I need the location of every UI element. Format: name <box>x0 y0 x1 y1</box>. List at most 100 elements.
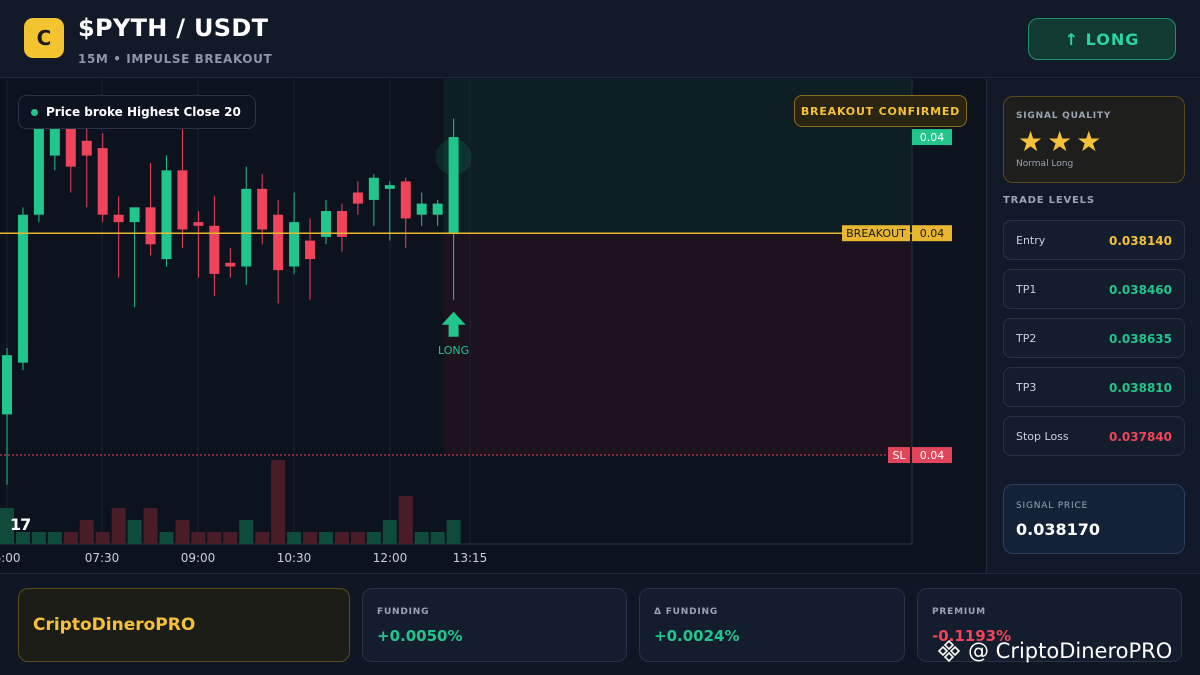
metric-label: Δ FUNDING <box>654 607 719 617</box>
candle-body <box>352 192 363 204</box>
volume-bar <box>303 532 318 544</box>
level-value: 0.038810 <box>1108 381 1172 395</box>
candle-body <box>416 203 427 215</box>
volume-bar <box>191 532 206 544</box>
level-tp3: TP3 0.038810 <box>1003 367 1185 407</box>
volume-bar <box>175 520 190 544</box>
signal-price-card: SIGNAL PRICE 0.038170 <box>1003 484 1185 554</box>
volume-bar <box>207 532 222 544</box>
volume-bar <box>271 460 286 544</box>
candle-body <box>129 207 140 223</box>
level-value: 0.038460 <box>1108 283 1172 297</box>
candle-body <box>273 214 284 271</box>
time-axis-label: 07:30 <box>85 551 120 565</box>
candle-body <box>145 207 156 245</box>
price-tag-current: 0.04 <box>920 131 945 144</box>
level-tp2: TP2 0.038635 <box>1003 318 1185 358</box>
candle-body <box>241 188 252 267</box>
binance-logo-icon <box>937 639 961 663</box>
metric-value: +0.0050% <box>377 627 463 645</box>
price-tag-sl: 0.04 <box>920 449 945 462</box>
volume-bar <box>446 520 461 544</box>
time-axis-label: 6:00 <box>0 551 20 565</box>
star-rating-icon: ★★★ <box>1018 125 1106 158</box>
level-tp1: TP1 0.038460 <box>1003 269 1185 309</box>
candle-body <box>97 148 108 215</box>
candle-body <box>400 181 411 219</box>
volume-bar <box>127 520 142 544</box>
chart-legend: Price broke Highest Close 20 <box>18 95 256 129</box>
signal-quality-text: Normal Long <box>1016 159 1074 169</box>
candle-body <box>81 140 92 156</box>
level-entry: Entry 0.038140 <box>1003 220 1185 260</box>
footer: CriptoDineroPRO FUNDING +0.0050% Δ FUNDI… <box>0 573 1200 675</box>
volume-bar <box>382 520 397 544</box>
app-logo: C <box>24 18 64 58</box>
sl-label: SL <box>892 449 906 462</box>
metric-value: +0.0024% <box>654 627 740 645</box>
signal-glow <box>435 139 472 176</box>
signal-price-label: SIGNAL PRICE <box>1016 501 1089 511</box>
legend-dot-icon <box>31 108 38 116</box>
level-label: TP1 <box>1016 283 1037 296</box>
level-label: Entry <box>1016 234 1046 247</box>
signal-sidebar: SIGNAL QUALITY ★★★ Normal Long TRADE LEV… <box>986 79 1200 573</box>
candle-body <box>257 188 268 230</box>
volume-bar <box>79 520 94 544</box>
volume-bar <box>95 532 110 544</box>
level-value: 0.038140 <box>1108 234 1172 248</box>
candle-body <box>193 222 204 226</box>
level-value: 0.038635 <box>1108 332 1172 346</box>
signal-price-value: 0.038170 <box>1016 520 1101 539</box>
volume-bar <box>143 508 158 544</box>
volume-bar <box>366 532 381 544</box>
long-signal-label: LONG <box>438 344 469 357</box>
volume-bar <box>159 532 174 544</box>
volume-bar <box>334 532 349 544</box>
volume-bar <box>398 496 413 544</box>
time-axis-label: 13:15 <box>453 551 488 565</box>
candle-body <box>432 203 443 215</box>
pair-subtitle: 15M • IMPULSE BREAKOUT <box>78 52 273 66</box>
time-axis-label: 09:00 <box>181 551 216 565</box>
volume-bar <box>255 532 270 544</box>
price-tag-breakout: 0.04 <box>920 227 945 240</box>
watermark-text: @ CriptoDineroPRO <box>968 639 1173 663</box>
breakout-confirmed-badge: BREAKOUT CONFIRMED <box>794 95 967 127</box>
signal-quality-label: SIGNAL QUALITY <box>1016 111 1112 121</box>
chart-canvas[interactable]: LONG 0.04 BREAKOUT 0.04 SL 0.04 6:00 07:30 09:00… <box>0 79 985 573</box>
level-label: TP2 <box>1016 332 1037 345</box>
price-chart[interactable]: LONG 0.04 BREAKOUT 0.04 SL 0.04 6:00 07:30 09:00… <box>0 79 985 573</box>
metric-label: PREMIUM <box>932 607 986 617</box>
volume-bar <box>31 532 46 544</box>
trade-levels-label: TRADE LEVELS <box>1003 195 1095 206</box>
sl-zone <box>443 233 912 456</box>
candle-body <box>177 170 188 230</box>
volume-bar <box>319 532 333 544</box>
level-label: Stop Loss <box>1016 430 1069 443</box>
tradingview-logo-icon[interactable]: 17 <box>10 515 31 534</box>
volume-bar <box>350 532 365 544</box>
volume-bar <box>111 508 126 544</box>
metric-label: FUNDING <box>377 607 430 617</box>
level-value: 0.037840 <box>1108 430 1172 444</box>
candle-body <box>33 125 44 215</box>
funding-card: FUNDING +0.0050% <box>362 588 627 662</box>
candle-body <box>17 214 28 363</box>
candle-body <box>368 177 379 200</box>
long-button[interactable]: ↑ LONG <box>1028 18 1176 60</box>
header: C $PYTH / USDT 15M • IMPULSE BREAKOUT ↑ … <box>0 0 1200 78</box>
time-axis-label: 12:00 <box>373 551 408 565</box>
brand-card: CriptoDineroPRO <box>18 588 350 662</box>
candle-body <box>161 170 172 260</box>
candle-body <box>113 214 124 223</box>
legend-text: Price broke Highest Close 20 <box>46 105 241 119</box>
volume-bar <box>223 532 238 544</box>
brand-name: CriptoDineroPRO <box>33 615 196 635</box>
volume-bar <box>287 532 302 544</box>
signal-quality-card: SIGNAL QUALITY ★★★ Normal Long <box>1003 96 1185 183</box>
tv-logo-text: 17 <box>10 515 31 534</box>
candle-body <box>2 355 12 415</box>
time-axis-label: 10:30 <box>277 551 312 565</box>
watermark: @ CriptoDineroPRO <box>936 638 1172 664</box>
